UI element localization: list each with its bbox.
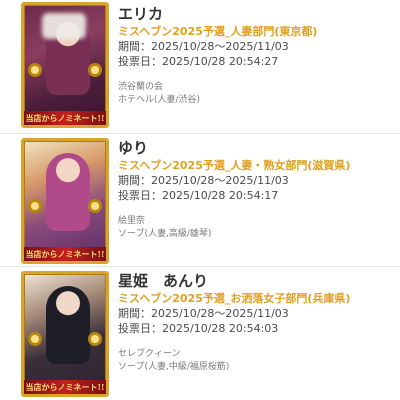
shop-category: ソープ(人妻,高級/雄琴) (118, 229, 212, 239)
profile-photo[interactable]: 当店からノミネート!! (21, 138, 109, 264)
list-item[interactable]: 当店からノミネート!! エリカ ミスヘブン2025予選_人妻部門(東京都) 期間… (0, 0, 400, 132)
shop-name[interactable]: 渋谷蘭の会 (118, 81, 394, 94)
award-medal-icon (28, 199, 42, 213)
nominate-banner: 当店からノミネート!! (24, 247, 106, 261)
girl-name[interactable]: 星姫 あんり (118, 271, 394, 291)
profile-photo[interactable]: 当店からノミネート!! (21, 2, 109, 128)
entry-info: 星姫 あんり ミスヘブン2025予選_お洒落女子部門(兵庫県) 期間：2025/… (118, 271, 394, 374)
list-item[interactable]: 当店からノミネート!! ゆり ミスヘブン2025予選_人妻・熟女部門(滋賀県) … (0, 133, 400, 265)
nominate-banner: 当店からノミネート!! (24, 380, 106, 394)
vote-date: 投票日：2025/10/28 20:54:17 (118, 189, 279, 202)
vote-period: 期間：2025/10/28〜2025/11/03 (118, 307, 289, 320)
photo-figure (46, 153, 90, 231)
profile-photo[interactable]: 当店からノミネート!! (21, 271, 109, 397)
shop-name[interactable]: 絵里奈 (118, 215, 394, 228)
award-medal-icon (88, 332, 102, 346)
shop-category: ホテヘル(人妻/渋谷) (118, 95, 201, 105)
vote-date: 投票日：2025/10/28 20:54:27 (118, 55, 279, 68)
shop-category: ソープ(人妻,中級/福原桜筋) (118, 362, 230, 372)
award-medal-icon (28, 332, 42, 346)
entry-info: エリカ ミスヘブン2025予選_人妻部門(東京都) 期間：2025/10/28〜… (118, 4, 394, 107)
nominate-banner: 当店からノミネート!! (24, 111, 106, 125)
entry-info: ゆり ミスヘブン2025予選_人妻・熟女部門(滋賀県) 期間：2025/10/2… (118, 138, 394, 241)
award-medal-icon (88, 63, 102, 77)
girl-name[interactable]: ゆり (118, 138, 394, 158)
award-medal-icon (28, 63, 42, 77)
vote-history-list: 当店からノミネート!! エリカ ミスヘブン2025予選_人妻部門(東京都) 期間… (0, 0, 400, 400)
girl-name[interactable]: エリカ (118, 4, 394, 24)
vote-period: 期間：2025/10/28〜2025/11/03 (118, 174, 289, 187)
award-title[interactable]: ミスヘブン2025予選_人妻・熟女部門(滋賀県) (118, 159, 394, 173)
award-medal-icon (88, 199, 102, 213)
photo-figure (46, 286, 90, 364)
vote-date: 投票日：2025/10/28 20:54:03 (118, 322, 279, 335)
face-blur (42, 13, 86, 39)
award-title[interactable]: ミスヘブン2025予選_人妻部門(東京都) (118, 25, 394, 39)
list-item[interactable]: 当店からノミネート!! 星姫 あんり ミスヘブン2025予選_お洒落女子部門(兵… (0, 266, 400, 398)
shop-name[interactable]: セレブクィーン (118, 348, 394, 361)
award-title[interactable]: ミスヘブン2025予選_お洒落女子部門(兵庫県) (118, 292, 394, 306)
vote-period: 期間：2025/10/28〜2025/11/03 (118, 40, 289, 53)
